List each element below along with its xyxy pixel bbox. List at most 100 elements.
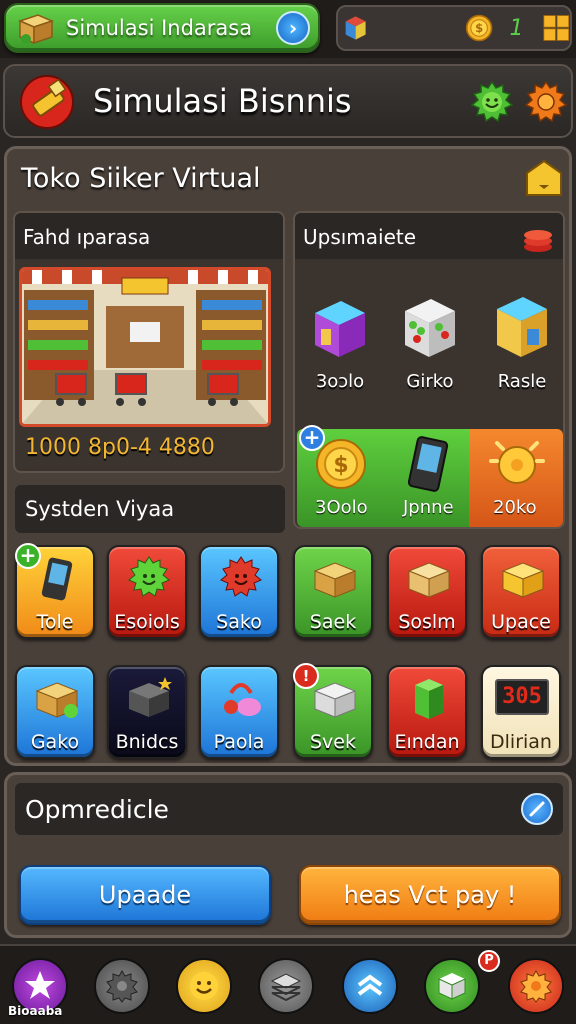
bell-icon: [489, 441, 545, 484]
grid-menu-icon[interactable]: [543, 12, 570, 44]
tile-soslm[interactable]: Soslm: [387, 545, 467, 639]
crate-icon: [17, 14, 55, 45]
home-icon[interactable]: [525, 159, 563, 197]
top-bar: Simulasi Indarasa › $ 1: [0, 0, 576, 58]
nav-smiley-button[interactable]: [176, 958, 232, 1014]
gear-icon[interactable]: [525, 81, 567, 123]
add-badge-icon[interactable]: +: [15, 543, 41, 569]
building-label: 3oɔlo: [315, 371, 365, 392]
nav-inventory-button[interactable]: [424, 958, 480, 1014]
gear-icon: [520, 970, 552, 1003]
edit-icon[interactable]: [521, 793, 553, 825]
star-icon: [25, 971, 55, 999]
upgrade-panel: Upsımaiete 3oɔlo Girko Rasle $ 3Oolo Jpn…: [293, 211, 565, 529]
options-header: Opmredicle: [15, 783, 563, 835]
resource-panel: $ 1: [336, 5, 572, 51]
system-title: Systden Viyaa: [25, 497, 175, 521]
tile-svek[interactable]: Svek !: [293, 663, 373, 759]
tile-label: Svek: [310, 731, 356, 753]
tile-gako[interactable]: Gako: [15, 665, 95, 759]
building-label: Rasle: [497, 371, 547, 392]
happy-gear-icon[interactable]: [471, 81, 513, 123]
gold-crate-icon: [501, 562, 545, 598]
coin-label: 3Oolo: [315, 497, 368, 518]
box-icon: [407, 562, 451, 598]
upgrade-button[interactable]: Upaade: [19, 865, 271, 925]
happy-gear-icon: [128, 556, 170, 597]
phone-label: Jpnne: [403, 497, 454, 518]
shop-stats: 1000 8p0-4 4880: [25, 435, 215, 460]
store-box-icon: [313, 682, 357, 718]
building-warehouse[interactable]: Rasle: [487, 289, 557, 392]
svg-text:$: $: [475, 21, 483, 35]
app-logo-icon: [20, 75, 74, 129]
breadcrumb-button[interactable]: Simulasi Indarasa ›: [4, 3, 320, 53]
smiley-gear-icon: [220, 556, 262, 597]
bottom-nav: Bioaaba P: [0, 944, 576, 1024]
system-header: Systden Viyaa: [15, 485, 285, 533]
shop-interior-image[interactable]: [19, 267, 271, 427]
tile-upace[interactable]: Upace: [481, 545, 561, 639]
tile-label: Sako: [216, 611, 262, 633]
building-label: Girko: [406, 371, 454, 392]
add-badge-icon[interactable]: +: [299, 425, 325, 451]
shop-building-icon: [315, 301, 365, 357]
smiley-icon: [190, 972, 218, 1000]
tile-tole[interactable]: Tole +: [15, 543, 95, 639]
resource-count: 1: [509, 15, 524, 41]
bell-label: 20ko: [493, 497, 537, 518]
dark-box-icon: [129, 677, 172, 717]
tile-eindan[interactable]: Eından: [387, 665, 467, 759]
nav-upgrade-button[interactable]: [342, 958, 398, 1014]
crate-icon: [35, 682, 79, 718]
layers-icon: [270, 973, 302, 1002]
tile-esoiols[interactable]: Esoiols: [107, 545, 187, 639]
warehouse-building-icon: [497, 297, 547, 357]
gear-icon: [106, 970, 138, 1003]
scoreboard-icon: 305: [495, 679, 549, 715]
nav-layers-button[interactable]: [258, 958, 314, 1014]
svg-text:$: $: [333, 453, 348, 478]
options-title: Opmredicle: [25, 795, 169, 824]
nav-options-button[interactable]: [508, 958, 564, 1014]
store-title: Toko Siiker Virtual: [21, 163, 261, 194]
tile-label: Dlirian: [490, 731, 552, 753]
building-shop[interactable]: 3oɔlo: [305, 289, 375, 392]
tile-sako[interactable]: Sako: [199, 545, 279, 639]
chevron-up-icon: [357, 974, 383, 996]
upgrade-title: Upsımaiete: [303, 225, 417, 249]
shopping-bag-icon: [224, 683, 261, 716]
breadcrumb-label: Simulasi Indarasa: [66, 16, 253, 40]
tile-bnidcs[interactable]: Bnidcs: [107, 665, 187, 759]
tile-label: Saek: [309, 611, 357, 633]
tile-saek[interactable]: Saek: [293, 545, 373, 639]
cube-icon[interactable]: [344, 12, 367, 44]
nav-settings-button[interactable]: [94, 958, 150, 1014]
alert-badge-icon[interactable]: !: [293, 663, 319, 689]
green-tower-icon: [415, 679, 443, 719]
notification-badge[interactable]: P: [478, 950, 500, 972]
tile-label: Gako: [30, 731, 80, 753]
title-bar: Simulasi Bisnnis: [3, 64, 573, 138]
pay-button[interactable]: heas Vct pay !: [299, 865, 561, 925]
upgrade-strip-orange[interactable]: 20ko: [469, 429, 563, 527]
cube-icon: [438, 973, 466, 1000]
nav-home-label: Bioaaba: [8, 1004, 63, 1018]
grocery-building-icon: [405, 299, 455, 357]
phone-icon: [41, 557, 73, 601]
tile-paola[interactable]: Paola: [199, 665, 279, 759]
crate-icon: [313, 562, 357, 598]
pencil-icon: [529, 801, 545, 817]
tile-label: Eından: [394, 731, 460, 753]
building-grocery[interactable]: Girko: [395, 289, 465, 392]
coin-icon: $: [466, 14, 493, 42]
coin-stack-icon[interactable]: [521, 223, 555, 253]
tile-dlirian[interactable]: 305 Dlirian: [481, 665, 561, 759]
tile-label: Tole: [36, 611, 74, 633]
options-panel: Opmredicle Upaade heas Vct pay !: [4, 772, 572, 938]
tile-label: Paola: [213, 731, 265, 753]
shop-view-header: Fahd ıparasa: [15, 213, 283, 259]
phone-icon[interactable]: [405, 435, 451, 493]
shop-interior-illustration: [22, 270, 268, 424]
chevron-right-icon[interactable]: ›: [276, 11, 310, 45]
